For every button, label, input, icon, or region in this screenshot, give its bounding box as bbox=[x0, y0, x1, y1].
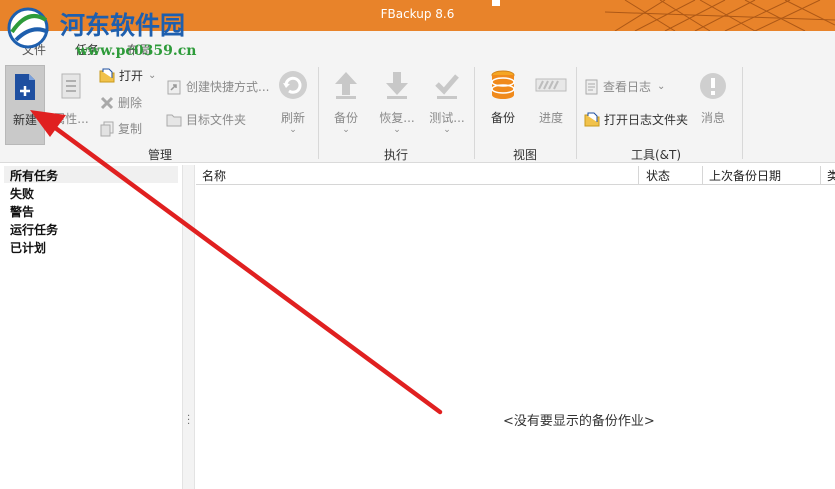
sidebar-item-warnings[interactable]: 警告 bbox=[10, 203, 34, 220]
ribbon: 新建 属性... 打开 ⌄ 删除 复制 创建快捷方式... 目标文件夹 刷新 ⌄… bbox=[0, 61, 835, 163]
open-button-label: 打开 bbox=[119, 69, 144, 83]
group-separator bbox=[576, 67, 577, 159]
properties-icon bbox=[61, 73, 81, 99]
group-separator bbox=[742, 67, 743, 159]
backup-run-label: 备份 bbox=[333, 111, 358, 125]
folder-icon bbox=[166, 114, 182, 126]
new-button-label: 新建 bbox=[12, 113, 37, 127]
messages-button[interactable]: 消息 bbox=[694, 65, 732, 145]
checkmark-icon bbox=[435, 74, 459, 99]
sidebar-item-failed[interactable]: 失败 bbox=[10, 185, 34, 202]
view-backup-button[interactable]: 备份 bbox=[482, 65, 524, 145]
column-header-name[interactable]: 名称 bbox=[202, 167, 226, 184]
delete-button-label: 删除 bbox=[118, 96, 143, 110]
watermark-logo bbox=[7, 7, 49, 49]
delete-icon bbox=[100, 96, 114, 109]
target-folder-label: 目标文件夹 bbox=[186, 113, 247, 127]
watermark-url: www.pc0359.cn bbox=[76, 43, 197, 59]
group-label-tools: 工具(&T) bbox=[630, 148, 682, 162]
backup-run-button[interactable]: 备份 ⌄ bbox=[326, 65, 366, 145]
refresh-button-label: 刷新 bbox=[280, 111, 305, 125]
view-log-chevron-icon: ⌄ bbox=[657, 81, 666, 92]
copy-button-label: 复制 bbox=[118, 122, 143, 136]
view-log-label: 查看日志 bbox=[603, 80, 652, 94]
column-header-status[interactable]: 状态 bbox=[646, 167, 670, 184]
column-separator[interactable] bbox=[820, 166, 821, 184]
target-folder-button[interactable]: 目标文件夹 bbox=[166, 111, 246, 128]
delete-button[interactable]: 删除 bbox=[99, 94, 142, 111]
new-button[interactable]: 新建 bbox=[5, 65, 45, 145]
test-button[interactable]: 测试... ⌄ bbox=[426, 65, 468, 145]
view-log-button[interactable]: 查看日志 ⌄ bbox=[584, 78, 665, 95]
progress-button[interactable]: 进度 bbox=[530, 65, 572, 145]
create-shortcut-label: 创建快捷方式... bbox=[186, 80, 270, 94]
messages-button-label: 消息 bbox=[700, 111, 725, 125]
log-icon bbox=[585, 79, 598, 94]
open-dropdown-chevron-icon: ⌄ bbox=[148, 70, 157, 81]
restore-button-label: 恢复... bbox=[379, 111, 415, 125]
sidebar-item-scheduled[interactable]: 已计划 bbox=[10, 239, 46, 256]
copy-button[interactable]: 复制 bbox=[99, 120, 142, 137]
column-header-last-backup-date[interactable]: 上次备份日期 bbox=[709, 167, 781, 184]
properties-button[interactable]: 属性... bbox=[50, 65, 92, 145]
open-icon bbox=[99, 68, 115, 82]
progress-bar-icon bbox=[535, 78, 567, 92]
shortcut-icon bbox=[167, 80, 181, 94]
refresh-button[interactable]: 刷新 ⌄ bbox=[274, 65, 312, 145]
group-separator bbox=[318, 67, 319, 159]
refresh-icon bbox=[279, 71, 307, 99]
column-separator[interactable] bbox=[702, 166, 703, 184]
open-button[interactable]: 打开 ⌄ bbox=[99, 67, 156, 84]
pane-splitter[interactable]: · · · bbox=[182, 165, 195, 489]
column-separator[interactable] bbox=[638, 166, 639, 184]
task-grid-header: 名称 状态 上次备份日期 类 bbox=[196, 165, 835, 185]
new-task-icon bbox=[15, 74, 35, 100]
exclamation-icon bbox=[700, 73, 726, 99]
open-log-folder-label: 打开日志文件夹 bbox=[604, 113, 689, 127]
refresh-chevron-icon: ⌄ bbox=[289, 125, 297, 135]
copy-icon bbox=[100, 121, 114, 136]
restore-chevron-icon: ⌄ bbox=[393, 125, 401, 135]
create-shortcut-button[interactable]: 创建快捷方式... bbox=[166, 78, 269, 95]
group-label-view: 视图 bbox=[512, 148, 537, 162]
group-label-execute: 执行 bbox=[383, 148, 408, 162]
splitter-grip-icon: · · · bbox=[187, 411, 191, 430]
title-bar-marker bbox=[492, 0, 500, 6]
test-chevron-icon: ⌄ bbox=[443, 125, 451, 135]
log-folder-icon bbox=[584, 112, 600, 126]
backup-run-chevron-icon: ⌄ bbox=[342, 125, 350, 135]
group-label-manage: 管理 bbox=[147, 148, 172, 162]
watermark-site-name: 河东软件园 bbox=[60, 11, 186, 40]
open-log-folder-button[interactable]: 打开日志文件夹 bbox=[584, 111, 688, 128]
restore-button[interactable]: 恢复... ⌄ bbox=[376, 65, 418, 145]
sidebar-item-running[interactable]: 运行任务 bbox=[10, 221, 58, 238]
progress-button-label: 进度 bbox=[538, 111, 563, 125]
empty-grid-message: <没有要显示的备份作业> bbox=[503, 414, 655, 429]
task-filter-sidebar: 所有任务 失败 警告 运行任务 已计划 bbox=[0, 165, 182, 489]
group-separator bbox=[474, 67, 475, 159]
test-button-label: 测试... bbox=[429, 111, 465, 125]
upload-arrow-icon bbox=[335, 72, 357, 99]
sidebar-item-all-tasks[interactable]: 所有任务 bbox=[10, 167, 58, 184]
column-header-type[interactable]: 类 bbox=[827, 167, 835, 184]
database-icon bbox=[491, 70, 515, 99]
download-arrow-icon bbox=[386, 72, 408, 99]
properties-button-label: 属性... bbox=[53, 112, 89, 126]
view-backup-label: 备份 bbox=[490, 111, 515, 125]
